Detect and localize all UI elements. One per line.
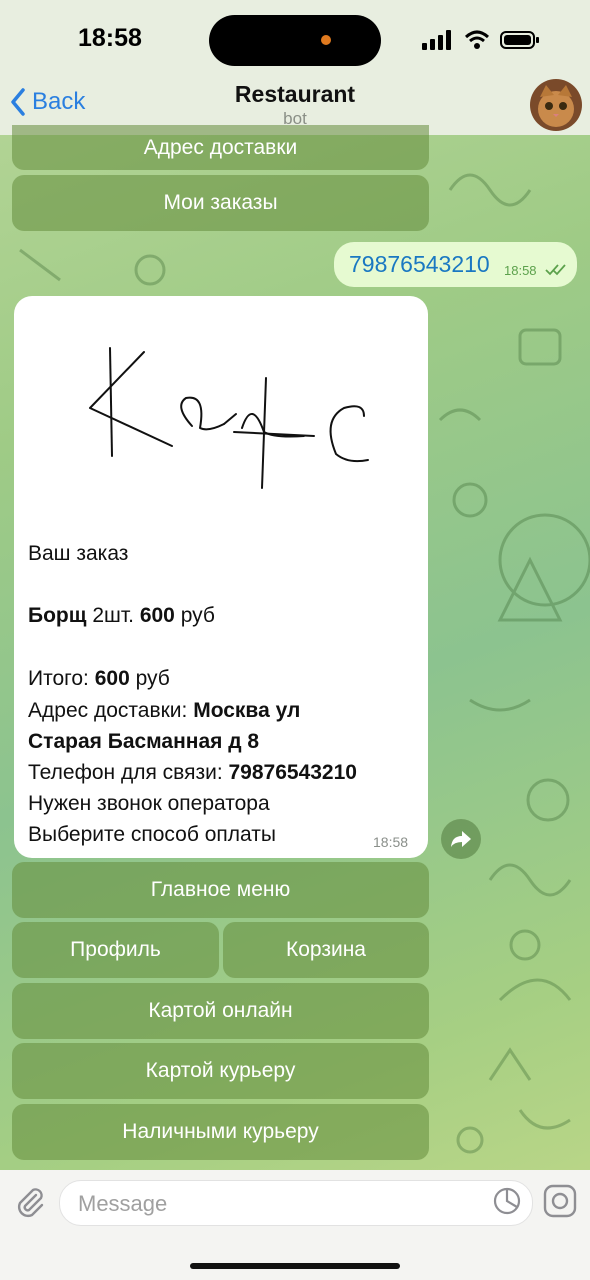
main-menu-label: Главное меню <box>150 878 291 901</box>
status-time: 18:58 <box>78 24 142 52</box>
address-line-2: Старая Басманная д 8 <box>28 730 259 754</box>
address-label: Адрес доставки: <box>28 699 188 722</box>
sticker-button[interactable] <box>493 1187 521 1220</box>
address-button[interactable]: Адрес доставки <box>12 125 429 170</box>
item-qty: 2шт. <box>92 604 134 627</box>
order-message[interactable]: Ваш заказ Борщ 2шт. 600 руб Итого: 600 р… <box>14 296 428 858</box>
my-orders-button[interactable]: Мои заказы <box>12 175 429 231</box>
outgoing-message[interactable]: 79876543210 18:58 <box>334 242 577 287</box>
outgoing-message-time: 18:58 <box>504 263 537 278</box>
address-line: Адрес доставки: Москва ул <box>28 699 300 723</box>
order-image <box>89 347 369 489</box>
message-input[interactable] <box>76 1181 480 1227</box>
camera-button[interactable] <box>543 1184 577 1223</box>
address-button-label: Адрес доставки <box>143 135 298 159</box>
operator-note: Нужен звонок оператора <box>28 792 270 815</box>
chat-title[interactable]: Restaurant <box>0 81 590 108</box>
share-button[interactable] <box>441 819 481 859</box>
order-item-line: Борщ 2шт. 600 руб <box>28 604 215 628</box>
address-value-line2: Старая Басманная д 8 <box>28 730 260 753</box>
pay-card-courier-button[interactable]: Картой курьеру <box>12 1043 429 1099</box>
order-message-time: 18:58 <box>373 834 409 850</box>
payment-prompt: Выберите способ оплаты <box>28 823 276 846</box>
order-header: Ваш заказ <box>28 542 129 565</box>
total-label: Итого: <box>28 667 89 690</box>
pay-card-online-label: Картой онлайн <box>148 999 293 1022</box>
pay-cash-courier-label: Наличными курьеру <box>122 1120 319 1143</box>
pay-card-online-button[interactable]: Картой онлайн <box>12 983 429 1039</box>
wifi-icon <box>464 30 490 49</box>
phone-label: Телефон для связи: <box>28 761 223 784</box>
status-icons <box>422 28 540 52</box>
item-name: Борщ <box>28 604 87 627</box>
phone-value[interactable]: 79876543210 <box>229 761 357 784</box>
address-value-line1: Москва ул <box>193 699 301 722</box>
total-value: 600 <box>94 667 130 690</box>
sticker-icon <box>493 1187 521 1215</box>
profile-label: Профиль <box>70 938 161 961</box>
home-indicator <box>190 1263 400 1269</box>
battery-icon <box>500 31 539 49</box>
cart-button[interactable]: Корзина <box>223 922 429 978</box>
attach-button[interactable] <box>14 1186 46 1223</box>
camera-icon <box>543 1184 577 1218</box>
cart-label: Корзина <box>286 938 366 961</box>
main-menu-button[interactable]: Главное меню <box>12 862 429 918</box>
profile-button[interactable]: Профиль <box>12 922 219 978</box>
item-price: 600 <box>139 604 175 627</box>
paperclip-icon <box>17 1188 44 1218</box>
message-input-wrapper[interactable] <box>59 1180 533 1227</box>
item-currency: руб <box>180 604 215 627</box>
signal-icon <box>422 30 451 50</box>
double-check-icon <box>545 264 566 276</box>
navigation-header: 18:58 Back Restaurant bot <box>0 0 590 135</box>
my-orders-button-label: Мои заказы <box>163 191 278 214</box>
phone-line: Телефон для связи: 79876543210 <box>28 761 357 785</box>
outgoing-message-text[interactable]: 79876543210 <box>349 251 490 278</box>
pay-card-courier-label: Картой курьеру <box>145 1059 296 1082</box>
dynamic-island <box>209 15 381 66</box>
order-total-line: Итого: 600 руб <box>28 667 170 691</box>
avatar[interactable] <box>530 79 582 131</box>
total-currency: руб <box>135 667 170 690</box>
share-icon <box>451 831 471 847</box>
pay-cash-courier-button[interactable]: Наличными курьеру <box>12 1104 429 1160</box>
